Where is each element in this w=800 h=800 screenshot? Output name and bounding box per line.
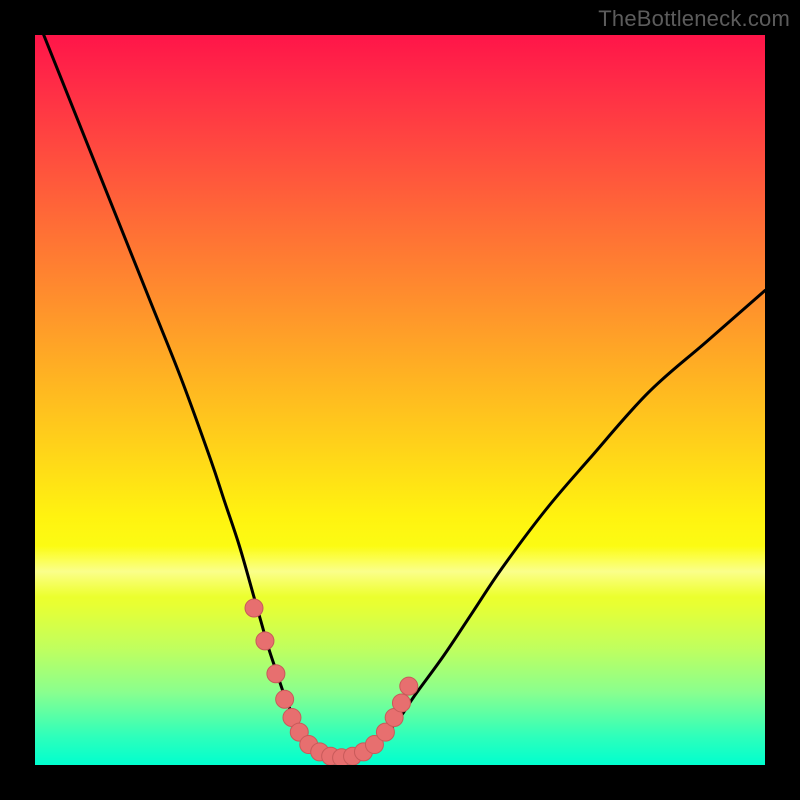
marker-group <box>245 599 418 765</box>
chart-svg <box>35 35 765 765</box>
data-marker <box>256 632 274 650</box>
data-marker <box>400 677 418 695</box>
data-marker <box>245 599 263 617</box>
curve-left <box>35 35 342 758</box>
data-marker <box>276 690 294 708</box>
chart-frame: TheBottleneck.com <box>0 0 800 800</box>
data-marker <box>267 665 285 683</box>
data-marker <box>392 694 410 712</box>
plot-area <box>35 35 765 765</box>
watermark-text: TheBottleneck.com <box>598 6 790 32</box>
series-left-branch <box>35 35 342 758</box>
